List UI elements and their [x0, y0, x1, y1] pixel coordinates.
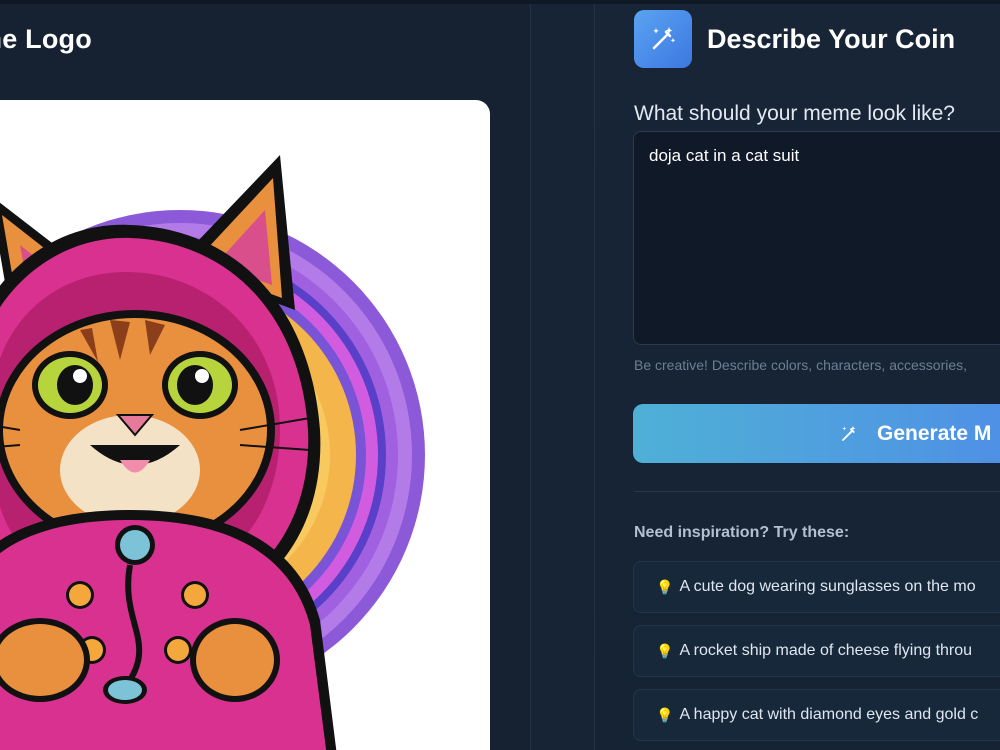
suggestion-item[interactable]: 💡 A rocket ship made of cheese flying th…	[633, 625, 1000, 677]
suggestion-text: A happy cat with diamond eyes and gold c	[679, 706, 979, 723]
suggestion-text: A rocket ship made of cheese flying thro…	[679, 642, 973, 659]
meme-description-textarea[interactable]: doja cat in a cat suit	[633, 131, 1000, 345]
magic-wand-icon	[634, 10, 692, 68]
generate-button-label: Generate M	[877, 421, 992, 445]
section-divider	[634, 491, 1000, 492]
suggestion-item[interactable]: 💡 A cute dog wearing sunglasses on the m…	[633, 561, 1000, 613]
lightbulb-icon: 💡	[656, 642, 674, 659]
prompt-value: doja cat in a cat suit	[649, 146, 800, 165]
cat-logo-illustration	[0, 155, 425, 750]
generate-meme-button[interactable]: Generate M	[633, 404, 1000, 463]
helper-text: Be creative! Describe colors, characters…	[634, 357, 968, 373]
panel-gutter	[531, 4, 594, 750]
panel-title: Describe Your Coin	[707, 24, 956, 54]
suggestion-text: A cute dog wearing sunglasses on the mo	[679, 578, 976, 595]
magic-wand-icon	[842, 425, 856, 441]
inspiration-heading: Need inspiration? Try these:	[634, 524, 850, 541]
lightbulb-icon: 💡	[656, 578, 674, 595]
prompt-label: What should your meme look like?	[634, 102, 955, 125]
lightbulb-icon: 💡	[656, 706, 674, 723]
suggestion-item[interactable]: 💡 A happy cat with diamond eyes and gold…	[633, 689, 1000, 741]
logo-panel-title: me Logo	[0, 24, 92, 54]
app-page: me Logo	[0, 0, 1000, 750]
generated-logo-image	[0, 100, 490, 750]
